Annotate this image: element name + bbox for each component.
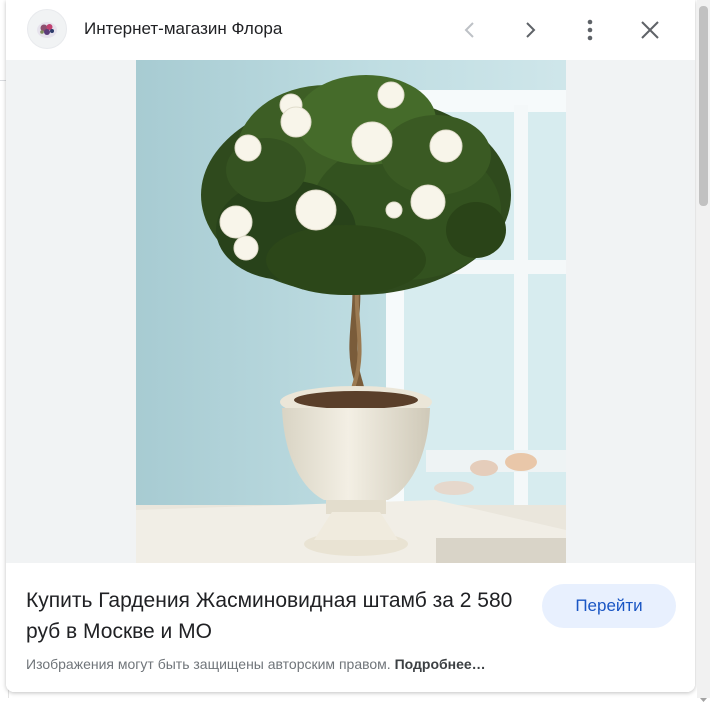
site-name[interactable]: Интернет-магазин Флора: [84, 18, 282, 40]
more-vert-icon: [587, 19, 593, 41]
image-preview-panel: Интернет-магазин Флора Купить Гардения Ж…: [6, 0, 695, 692]
close-button[interactable]: [632, 12, 668, 48]
site-favicon[interactable]: [27, 9, 67, 49]
copyright-text: Изображения могут быть защищены авторски…: [26, 656, 391, 672]
chevron-left-icon: [464, 22, 474, 38]
visit-button[interactable]: Перейти: [542, 584, 676, 628]
more-options-button[interactable]: [572, 12, 608, 48]
chevron-right-icon: [526, 22, 536, 38]
product-image[interactable]: [136, 60, 566, 563]
flower-logo-icon: [37, 22, 57, 38]
previous-button[interactable]: [452, 12, 488, 48]
image-viewer: [6, 60, 695, 563]
scrollbar-thumb[interactable]: [699, 6, 708, 206]
close-icon: [641, 21, 659, 39]
preview-footer: Купить Гардения Жасминовидная штамб за 2…: [6, 563, 695, 692]
next-button[interactable]: [512, 12, 548, 48]
preview-header: Интернет-магазин Флора: [6, 0, 695, 60]
learn-more-link[interactable]: Подробнее…: [395, 656, 486, 672]
scroll-down-arrow-icon[interactable]: [699, 690, 708, 702]
result-title[interactable]: Купить Гардения Жасминовидная штамб за 2…: [26, 585, 516, 647]
copyright-notice: Изображения могут быть защищены авторски…: [26, 655, 486, 673]
